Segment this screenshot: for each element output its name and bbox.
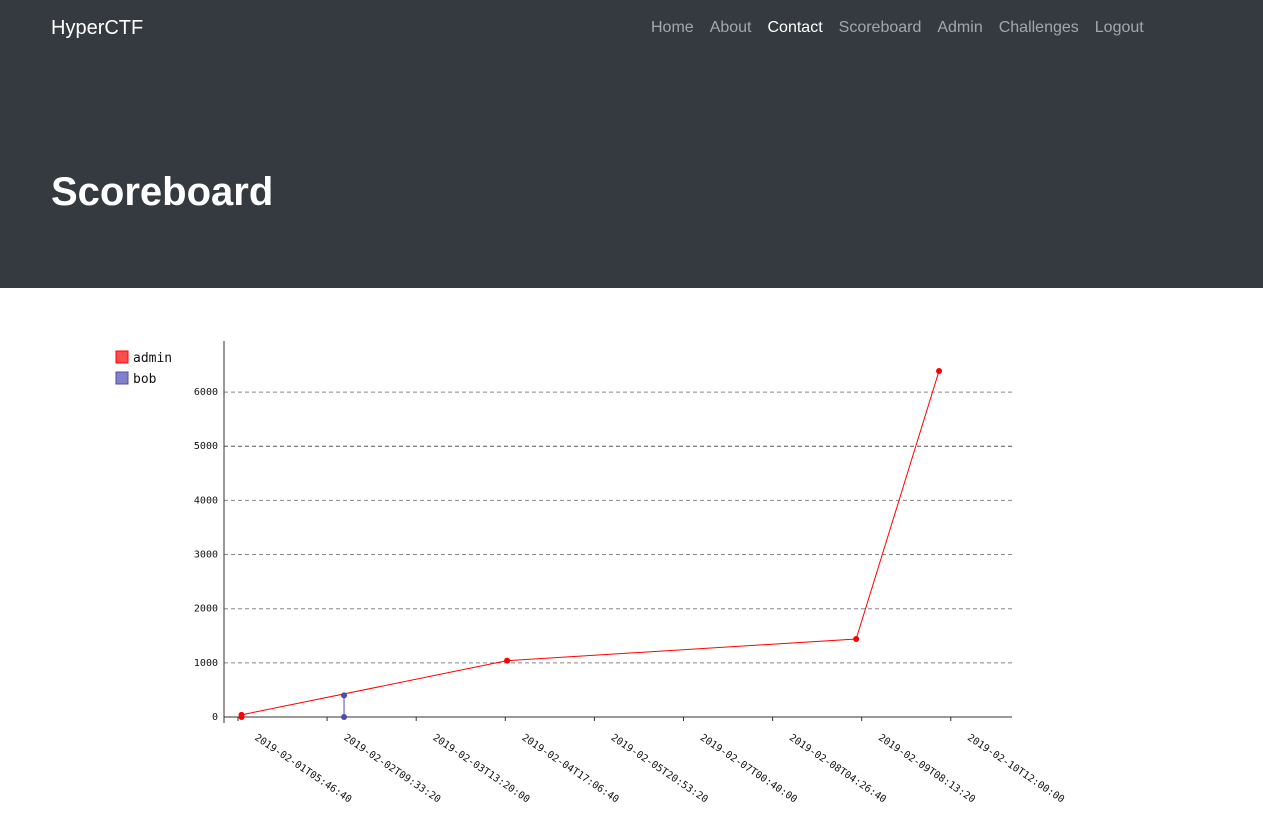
nav-scoreboard[interactable]: Scoreboard <box>831 18 930 38</box>
x-tick-label: 2019-02-03T13:20:00 <box>431 732 532 805</box>
y-tick-label: 5000 <box>194 441 218 452</box>
nav-admin[interactable]: Admin <box>929 18 990 38</box>
admin-data-point <box>853 636 860 643</box>
x-tick-label: 2019-02-09T08:13:20 <box>876 732 977 805</box>
legend-label-admin: admin <box>133 351 172 366</box>
bob-data-point <box>341 692 348 699</box>
brand-link[interactable]: HyperCTF <box>51 17 143 40</box>
admin-data-point <box>504 657 511 664</box>
top-nav: Home About Contact Scoreboard Admin Chal… <box>643 18 1152 38</box>
x-tick-label: 2019-02-10T12:00:00 <box>965 732 1066 805</box>
legend-label-bob: bob <box>133 372 157 387</box>
x-tick-label: 2019-02-05T20:53:20 <box>609 732 710 805</box>
page-title: Scoreboard <box>51 170 274 214</box>
admin-data-point <box>936 367 943 374</box>
x-tick-label: 2019-02-04T17:06:40 <box>520 732 621 805</box>
x-tick-label: 2019-02-02T09:33:20 <box>341 732 442 805</box>
nav-about[interactable]: About <box>702 18 760 38</box>
y-tick-label: 6000 <box>194 387 218 398</box>
legend-swatch-admin <box>115 350 129 364</box>
admin-series-line <box>241 370 940 717</box>
y-tick-label: 3000 <box>194 550 218 561</box>
nav-home[interactable]: Home <box>643 18 702 38</box>
legend-swatch-bob <box>115 371 129 385</box>
x-tick-label: 2019-02-08T04:26:40 <box>787 732 888 805</box>
page-header: HyperCTF Home About Contact Scoreboard A… <box>0 0 1263 288</box>
y-tick-label: 1000 <box>194 658 218 669</box>
y-tick-label: 4000 <box>194 495 218 506</box>
chart-svg: 0 1000 2000 3000 4000 5000 6000 2019-02-01T05:4… <box>115 341 1066 805</box>
x-tick-label: 2019-02-01T05:46:40 <box>252 732 353 805</box>
scoreboard-chart: 0 1000 2000 3000 4000 5000 6000 2019-02-01T05:4… <box>0 288 1263 831</box>
admin-data-point <box>238 711 245 718</box>
y-tick-label: 2000 <box>194 604 218 615</box>
x-tick-label: 2019-02-07T00:40:00 <box>698 732 799 805</box>
bob-data-point <box>341 714 348 720</box>
nav-contact[interactable]: Contact <box>760 18 831 38</box>
y-tick-label: 0 <box>212 712 218 723</box>
nav-logout[interactable]: Logout <box>1087 18 1152 38</box>
nav-challenges[interactable]: Challenges <box>991 18 1087 38</box>
